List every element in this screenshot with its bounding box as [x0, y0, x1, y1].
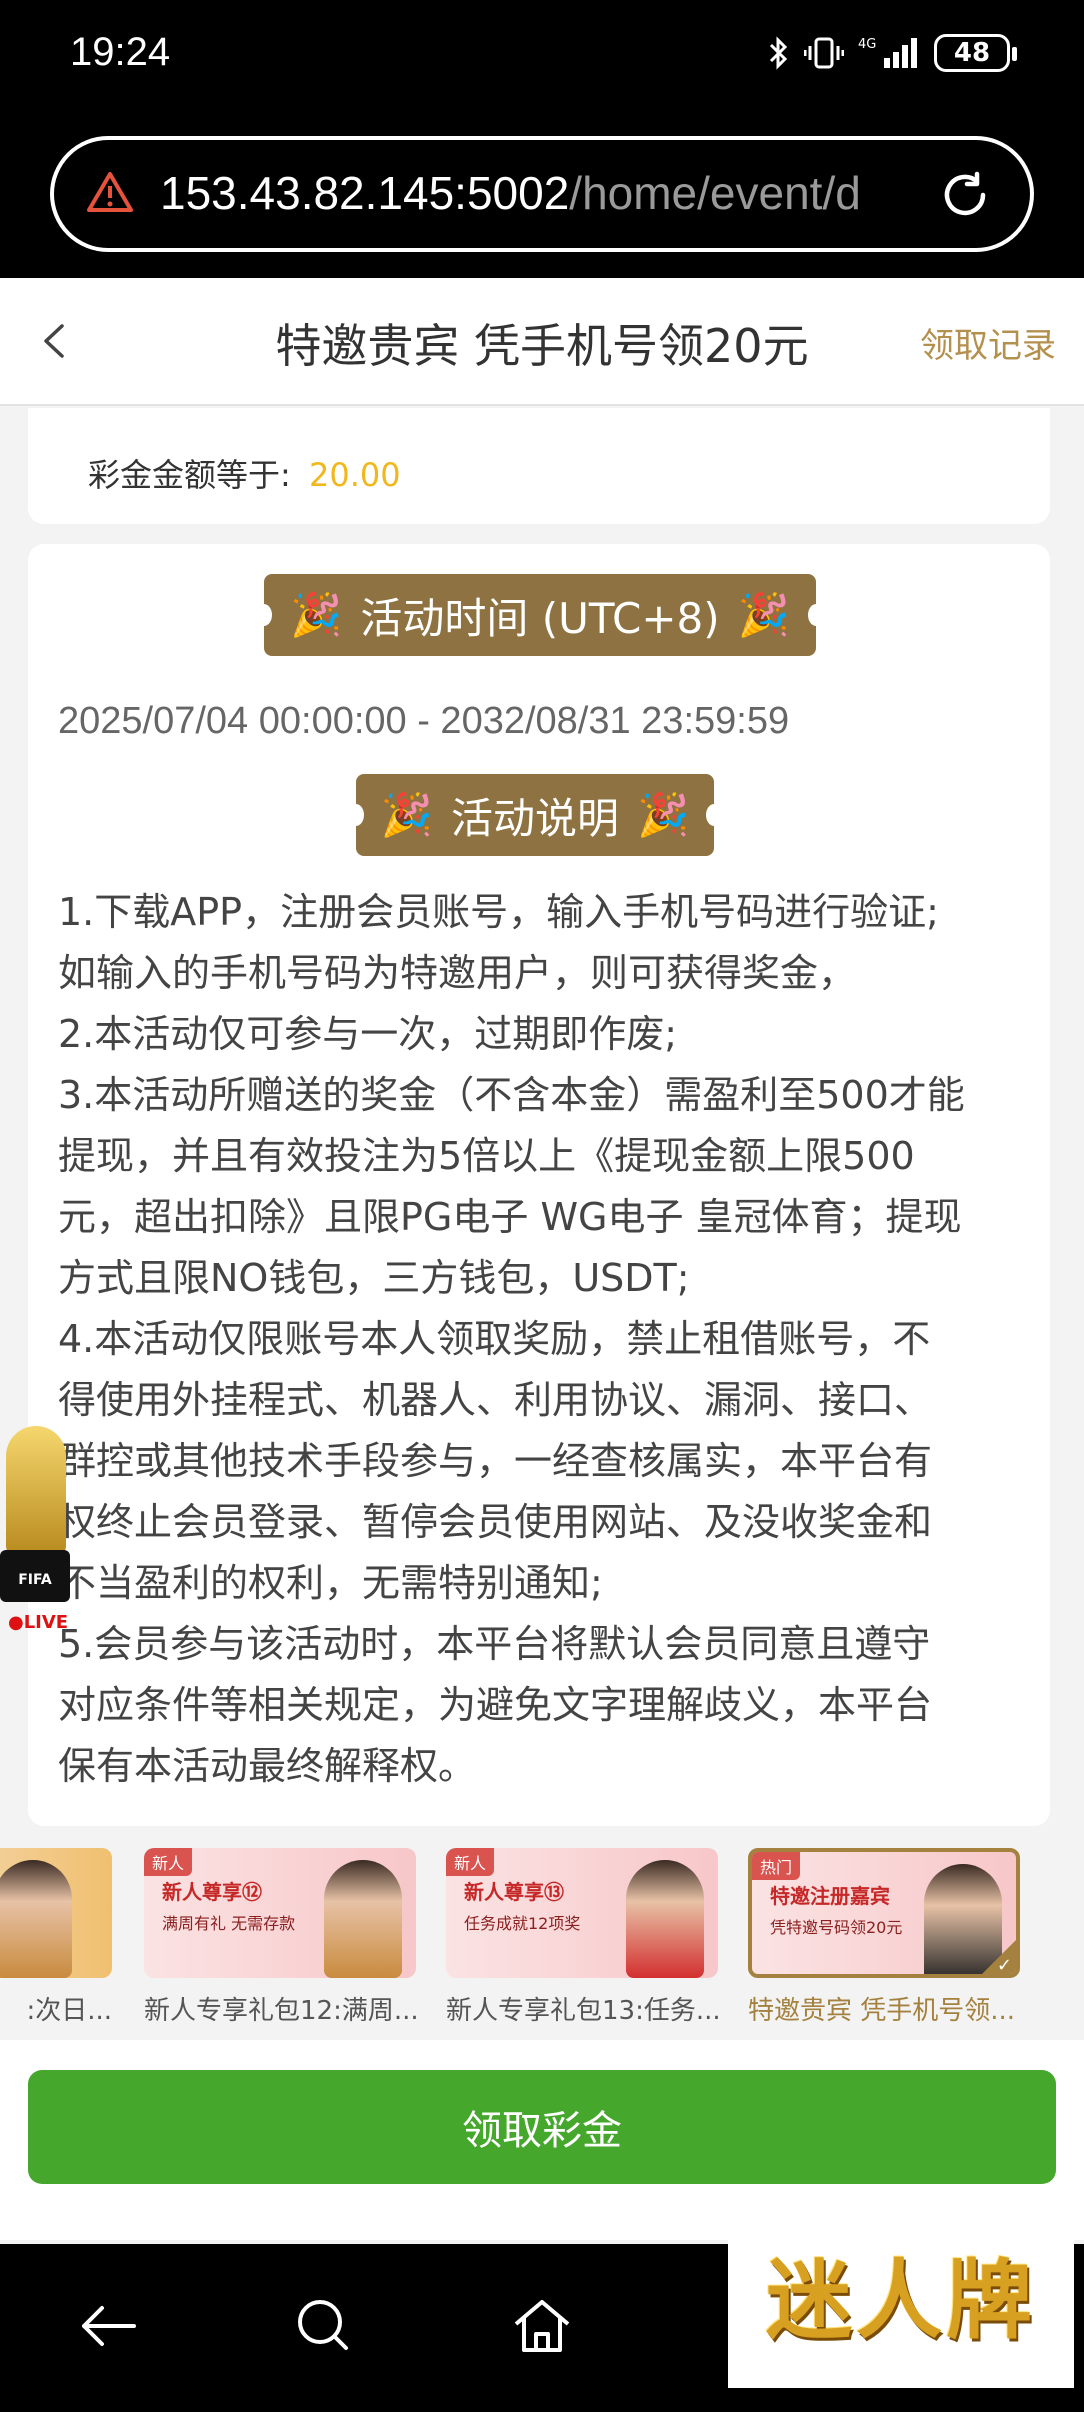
- rule-line: 方式且限NO钱包，三方钱包，USDT;: [58, 1256, 690, 1300]
- rule-line: 得使用外挂程式、机器人、利用协议、漏洞、接口、: [58, 1378, 933, 1422]
- bonus-value: 20.00: [308, 456, 401, 494]
- search-icon[interactable]: [292, 2294, 356, 2358]
- promo-item[interactable]: :次日...: [0, 1848, 112, 2027]
- signal-icon: 4G: [858, 37, 917, 68]
- promo-banner-title: 特邀注册嘉宾: [770, 1884, 890, 1908]
- status-icons: 4G 48: [768, 34, 1017, 72]
- activity-rules: 1.下载APP，注册会员账号，输入手机号码进行验证; 如输入的手机号码为特邀用户…: [58, 882, 1038, 1797]
- rule-line: 5.会员参与该活动时，本平台将默认会员同意且遵守: [58, 1622, 931, 1666]
- rule-line: 对应条件等相关规定，为避免文字理解歧义，本平台: [58, 1683, 933, 1727]
- promo-item[interactable]: 新人 新人尊享⑫ 满周有礼 无需存款 新人专享礼包12:满周...: [144, 1848, 416, 2027]
- promo-banner-subtitle: 满周有礼 无需存款: [162, 1914, 296, 1933]
- promo-model-image: [924, 1864, 1002, 1974]
- rule-line: 3.本活动所赠送的奖金（不含本金）需盈利至500才能: [58, 1073, 965, 1117]
- url-bar[interactable]: 153.43.82.145:5002/home/event/d: [50, 136, 1034, 252]
- party-popper-icon: 🎉: [380, 790, 433, 839]
- content-scroll-area[interactable]: 彩金金额等于: 20.00 🎉 活动时间 (UTC+8) 🎉 2025/07/0…: [0, 408, 1084, 2036]
- browser-chrome: 19:24 4G 48 153.43.82.145:5002/home/even…: [0, 0, 1084, 278]
- promo-badge: 新人: [144, 1848, 193, 1876]
- promo-badge: 热门: [752, 1852, 801, 1880]
- svg-text:4G: 4G: [858, 37, 876, 52]
- promo-banner-subtitle: 凭特邀号码领20元: [770, 1918, 903, 1937]
- url-host: 153.43.82.145:5002: [160, 167, 570, 219]
- bonus-card: 彩金金额等于: 20.00: [28, 408, 1050, 524]
- claim-bonus-button[interactable]: 领取彩金: [28, 2070, 1056, 2184]
- url-path: /home/event/d: [569, 167, 861, 219]
- claim-records-link[interactable]: 领取记录: [920, 318, 1056, 367]
- battery-level: 48: [953, 38, 991, 68]
- promo-item[interactable]: 新人 新人尊享⑬ 任务成就12项奖 新人专享礼包13:任务...: [446, 1848, 718, 2027]
- promo-label[interactable]: 新人专享礼包13:任务...: [446, 1990, 718, 2027]
- url-text[interactable]: 153.43.82.145:5002/home/event/d: [160, 166, 950, 220]
- promo-model-image: [0, 1860, 72, 1978]
- bluetooth-icon: [769, 36, 788, 70]
- activity-desc-title: 活动说明: [450, 793, 619, 843]
- promo-label[interactable]: 新人专享礼包12:满周...: [144, 1990, 416, 2027]
- activity-time-heading: 🎉 活动时间 (UTC+8) 🎉: [256, 574, 824, 656]
- rule-line: 4.本活动仅限账号本人领取奖励，禁止租借账号，不: [58, 1317, 931, 1361]
- battery-indicator: 48: [934, 34, 1017, 72]
- promo-item-active[interactable]: 热门 特邀注册嘉宾 凭特邀号码领20元 特邀贵宾 凭手机号领...: [748, 1848, 1020, 2027]
- promo-banner-title: 新人尊享⑫: [162, 1880, 262, 1904]
- rule-line: 元，超出扣除》且限PG电子 WG电子 皇冠体育；提现: [58, 1195, 962, 1239]
- page-header: 特邀贵宾 凭手机号领20元 领取记录: [0, 278, 1084, 406]
- party-popper-icon: 🎉: [637, 790, 690, 839]
- promo-label[interactable]: 特邀贵宾 凭手机号领...: [748, 1990, 1020, 2027]
- party-popper-icon: 🎉: [290, 590, 343, 639]
- reload-icon[interactable]: [936, 166, 994, 224]
- status-time: 19:24: [70, 30, 171, 74]
- party-popper-icon: 🎉: [737, 590, 790, 639]
- promo-label[interactable]: :次日...: [0, 1990, 112, 2027]
- promo-badge: 新人: [446, 1848, 495, 1876]
- bonus-label: 彩金金额等于:: [88, 456, 291, 494]
- activity-card: 🎉 活动时间 (UTC+8) 🎉 2025/07/04 00:00:00 - 2…: [28, 544, 1050, 1826]
- bonus-amount-row: 彩金金额等于: 20.00: [88, 450, 401, 496]
- promo-model-image: [324, 1860, 402, 1978]
- fifa-label: FIFA: [0, 1550, 70, 1602]
- promo-banner[interactable]: [0, 1848, 112, 1978]
- promo-banner-title: 新人尊享⑬: [464, 1880, 564, 1904]
- rule-line: 权终止会员登录、暂停会员使用网站、及没收奖金和: [58, 1500, 933, 1544]
- card-top-cutoff: [58, 408, 118, 422]
- activity-time-title: 活动时间 (UTC+8): [360, 593, 720, 643]
- rule-line: 不当盈利的权利，无需特别通知;: [58, 1561, 603, 1605]
- activity-date-range: 2025/07/04 00:00:00 - 2032/08/31 23:59:5…: [58, 700, 790, 742]
- vibrate-icon: [804, 37, 844, 69]
- rule-line: 如输入的手机号码为特邀用户，则可获得奖金，: [58, 951, 857, 995]
- back-arrow-icon[interactable]: [76, 2294, 140, 2358]
- live-label: ●LIVE: [8, 1612, 69, 1633]
- trophy-icon: [6, 1426, 66, 1556]
- promo-banner[interactable]: 热门 特邀注册嘉宾 凭特邀号码领20元: [748, 1848, 1020, 1978]
- promo-banner[interactable]: 新人 新人尊享⑫ 满周有礼 无需存款: [144, 1848, 416, 1978]
- promo-model-image: [626, 1860, 704, 1978]
- fifa-live-widget[interactable]: FIFA ●LIVE: [0, 1420, 74, 1650]
- activity-desc-heading: 🎉 活动说明 🎉: [348, 774, 722, 856]
- rule-line: 保有本活动最终解释权。: [58, 1744, 477, 1788]
- promo-banner-subtitle: 任务成就12项奖: [464, 1914, 581, 1933]
- rule-line: 群控或其他技术手段参与，一经查核属实，本平台有: [58, 1439, 933, 1483]
- rule-line: 提现，并且有效投注为5倍以上《提现金额上限500: [58, 1134, 915, 1178]
- home-icon[interactable]: [510, 2294, 574, 2358]
- promo-carousel[interactable]: :次日... 新人 新人尊享⑫ 满周有礼 无需存款 新人专享礼包12:满周...…: [0, 1848, 1084, 2030]
- promo-banner[interactable]: 新人 新人尊享⑬ 任务成就12项奖: [446, 1848, 718, 1978]
- warning-triangle-icon[interactable]: [86, 170, 134, 214]
- rule-line: 2.本活动仅可参与一次，过期即作废;: [58, 1012, 678, 1056]
- rule-line: 1.下载APP，注册会员账号，输入手机号码进行验证;: [58, 890, 939, 934]
- brand-logo: 迷人牌: [728, 2196, 1074, 2388]
